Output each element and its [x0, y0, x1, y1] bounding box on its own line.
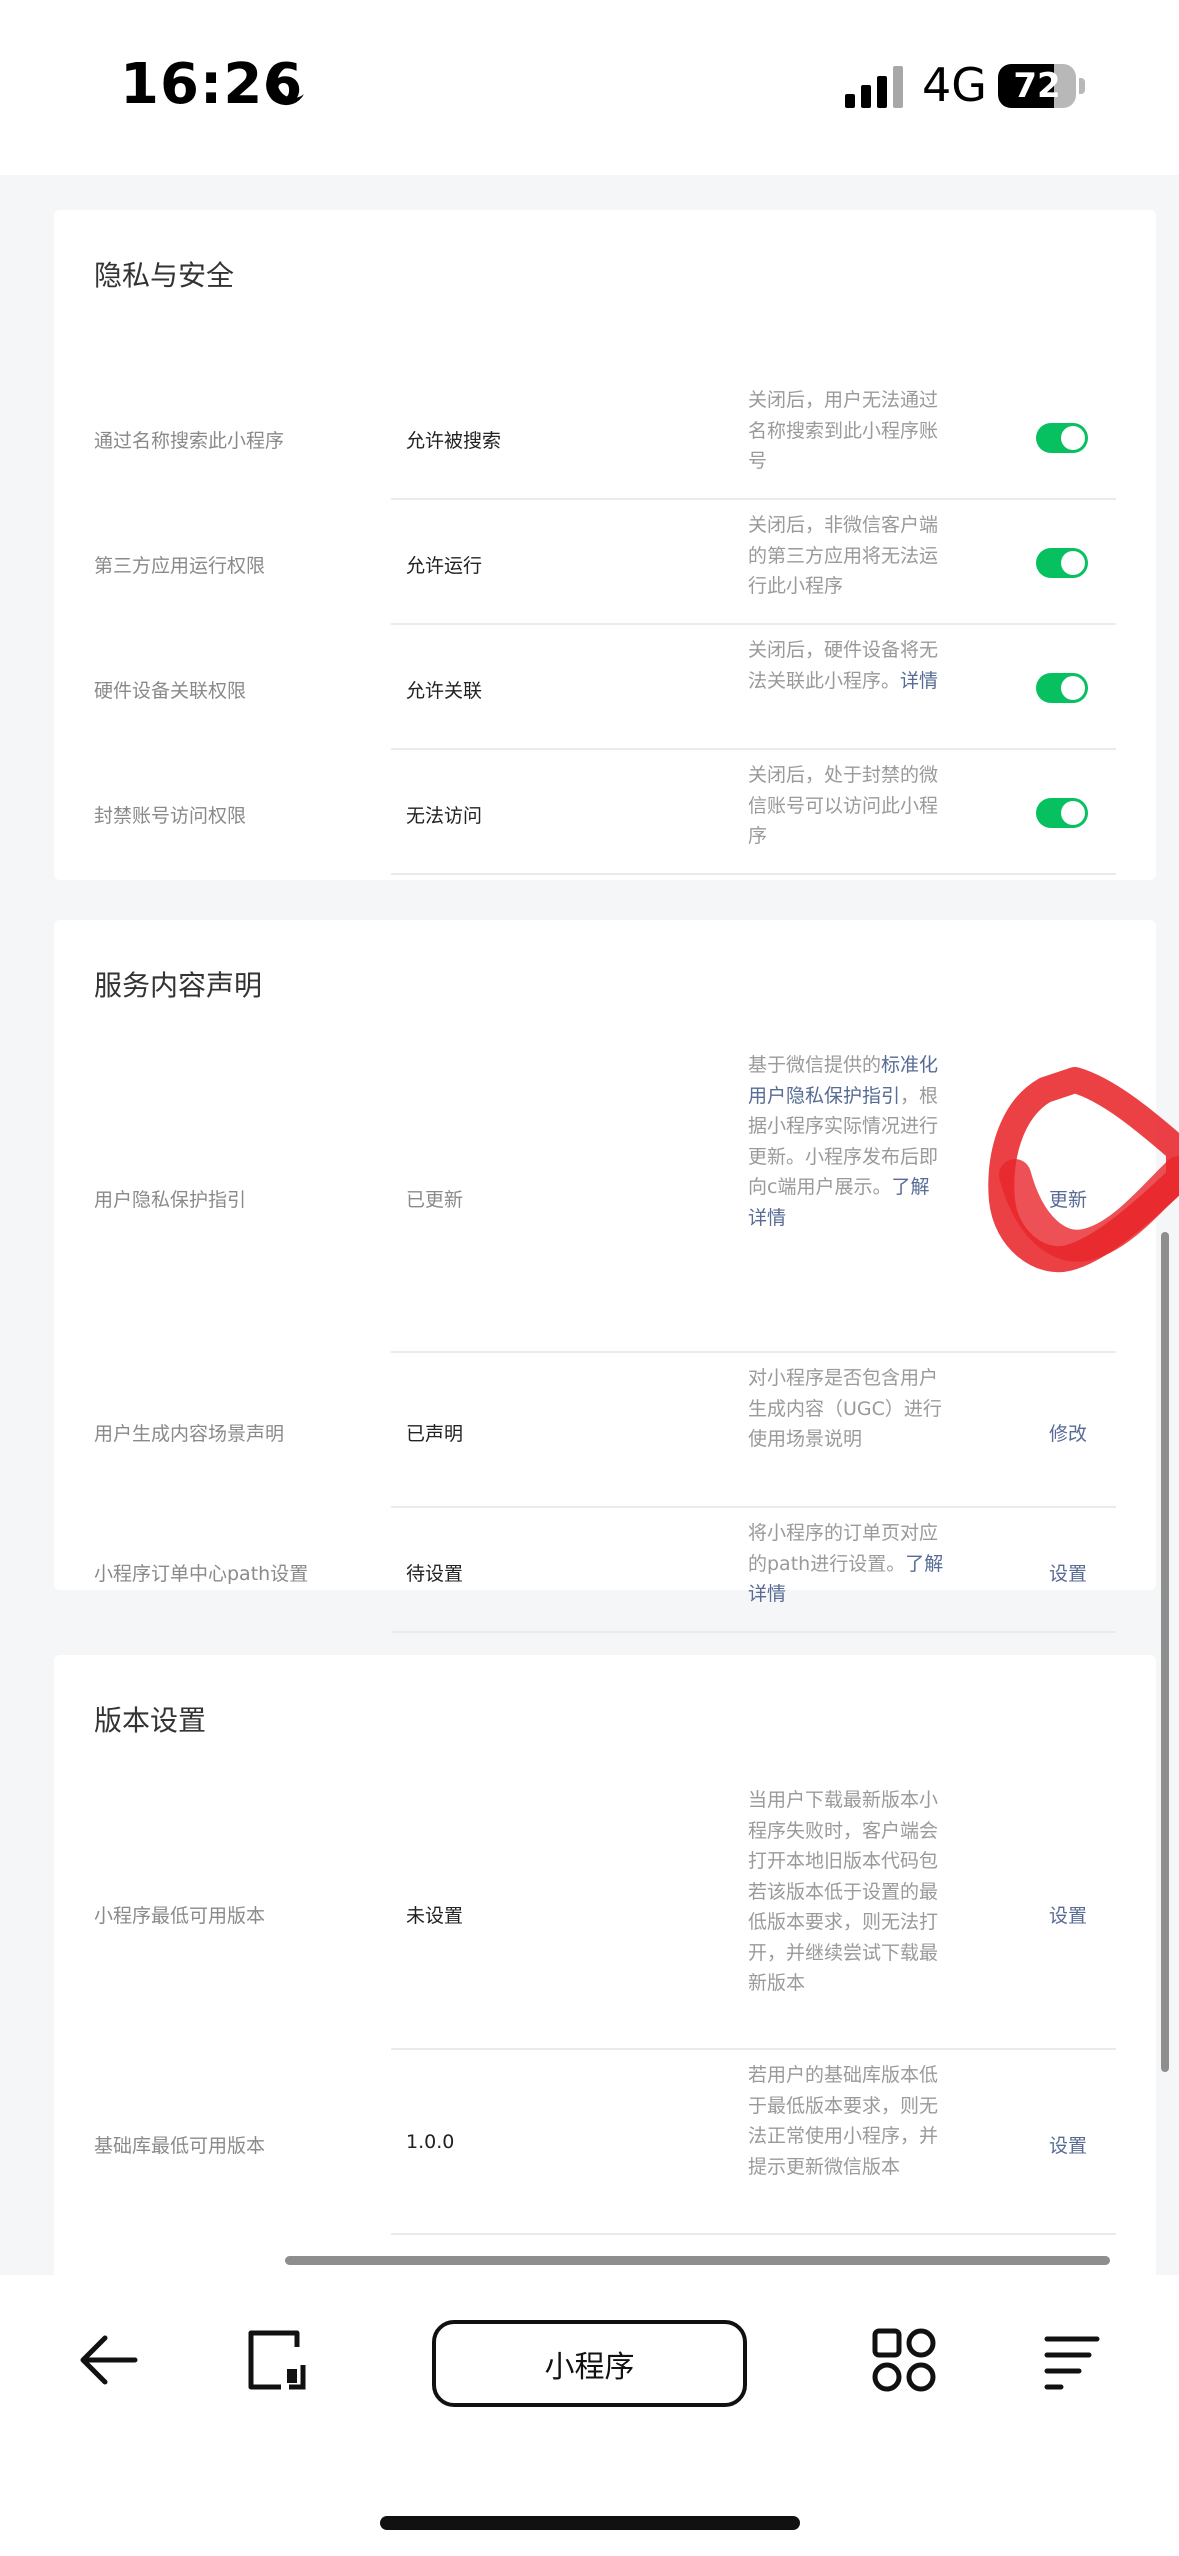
- settings-row: 用户生成内容场景声明 已声明 对小程序是否包含用户生成内容（UGC）进行使用场景说明…: [54, 1353, 1156, 1508]
- row-description: 对小程序是否包含用户生成内容（UGC）进行使用场景说明: [748, 1363, 948, 1455]
- row-description: 若用户的基础库版本低于最低版本要求，则无法正常使用小程序，并提示更新微信版本: [748, 2060, 948, 2182]
- description-text: 对小程序是否包含用户生成内容（UGC）进行使用场景说明: [748, 1367, 942, 1450]
- row-divider: [391, 1631, 1116, 1633]
- row-description: 基于微信提供的标准化用户隐私保护指引，根据小程序实际情况进行更新。小程序发布后即…: [748, 1050, 948, 1233]
- row-label: 基础库最低可用版本: [94, 2134, 266, 2157]
- section-title: 服务内容声明: [94, 969, 263, 1002]
- row-description: 关闭后，硬件设备将无法关联此小程序。详情: [748, 635, 948, 696]
- bottom-toolbar: [0, 2275, 1179, 2556]
- section-title: 版本设置: [94, 1704, 207, 1737]
- row-label: 第三方应用运行权限: [94, 554, 266, 577]
- row-label: 用户隐私保护指引: [94, 1188, 247, 1211]
- settings-card: 隐私与安全通过名称搜索此小程序 允许被搜索 关闭后，用户无法通过名称搜索到此小程序账…: [54, 210, 1156, 880]
- row-value: 已声明: [406, 1422, 464, 1445]
- settings-row: 硬件设备关联权限 允许关联 关闭后，硬件设备将无法关联此小程序。详情: [54, 625, 1156, 750]
- back-button[interactable]: [68, 2320, 148, 2400]
- floating-window-icon: [248, 2330, 306, 2390]
- row-label: 用户生成内容场景声明: [94, 1422, 285, 1445]
- toggle-knob: [1061, 425, 1085, 450]
- status-bar: 16:26 4G 72: [0, 0, 1179, 175]
- settings-row: 基础库最低可用版本 1.0.0 若用户的基础库版本低于最低版本要求，则无法正常使用小…: [54, 2050, 1156, 2235]
- row-value: 无法访问: [406, 804, 483, 827]
- row-label: 通过名称搜索此小程序: [94, 429, 285, 452]
- row-description: 关闭后，非微信客户端的第三方应用将无法运行此小程序: [748, 510, 948, 602]
- row-label: 小程序最低可用版本: [94, 1904, 266, 1927]
- row-action-button[interactable]: 更新: [1049, 1185, 1087, 1212]
- description-text: 基于微信提供的: [748, 1054, 882, 1076]
- description-text: 关闭后，非微信客户端的第三方应用将无法运行此小程序: [748, 514, 939, 597]
- toggle-knob: [1061, 800, 1085, 825]
- section-title: 隐私与安全: [94, 259, 235, 292]
- settings-row: 封禁账号访问权限 无法访问 关闭后，处于封禁的微信账号可以访问此小程序: [54, 750, 1156, 875]
- row-value: 允许关联: [406, 679, 483, 702]
- row-value: 已更新: [406, 1188, 464, 1211]
- row-value: 待设置: [406, 1562, 464, 1585]
- permission-toggle[interactable]: [1036, 672, 1088, 703]
- settings-row: 第三方应用运行权限 允许运行 关闭后，非微信客户端的第三方应用将无法运行此小程序: [54, 500, 1156, 625]
- floating-window-button[interactable]: [236, 2320, 316, 2400]
- description-text: 若用户的基础库版本低于最低版本要求，则无法正常使用小程序，并提示更新微信版本: [748, 2064, 939, 2178]
- row-divider: [391, 2233, 1116, 2235]
- row-action-button[interactable]: 设置: [1049, 1901, 1087, 1928]
- moon-icon: [266, 65, 304, 106]
- battery-icon: 72: [998, 64, 1076, 108]
- battery-cap: [1079, 78, 1085, 94]
- row-description: 关闭后，处于封禁的微信账号可以访问此小程序: [748, 760, 948, 852]
- row-label: 硬件设备关联权限: [94, 679, 247, 702]
- menu-button[interactable]: [1030, 2320, 1110, 2400]
- learn-more-link[interactable]: 详情: [900, 670, 938, 692]
- settings-card: 版本设置小程序最低可用版本 未设置 当用户下载最新版本小程序失败时，客户端会打开本地…: [54, 1655, 1156, 2275]
- home-indicator[interactable]: [380, 2516, 800, 2530]
- settings-row: 小程序最低可用版本 未设置 当用户下载最新版本小程序失败时，客户端会打开本地旧版本代…: [54, 1775, 1156, 2050]
- toggle-knob: [1061, 675, 1085, 700]
- settings-card: 服务内容声明用户隐私保护指引 已更新 基于微信提供的标准化用户隐私保护指引，根据小程…: [54, 920, 1156, 1633]
- row-description: 当用户下载最新版本小程序失败时，客户端会打开本地旧版本代码包若该版本低于设置的最…: [748, 1785, 948, 1999]
- settings-row: 通过名称搜索此小程序 允许被搜索 关闭后，用户无法通过名称搜索到此小程序账号: [54, 375, 1156, 500]
- row-action-button[interactable]: 修改: [1049, 1419, 1087, 1446]
- row-value: 允许被搜索: [406, 429, 502, 452]
- battery-level: 72: [1013, 66, 1061, 106]
- row-value: 允许运行: [406, 554, 483, 577]
- settings-content[interactable]: 隐私与安全通过名称搜索此小程序 允许被搜索 关闭后，用户无法通过名称搜索到此小程序账…: [0, 175, 1179, 2275]
- permission-toggle[interactable]: [1036, 422, 1088, 453]
- mini-program-button[interactable]: 小程序: [432, 2320, 747, 2407]
- toggle-knob: [1061, 550, 1085, 575]
- description-text: 关闭后，处于封禁的微信账号可以访问此小程序: [748, 764, 939, 847]
- vertical-scrollbar[interactable]: [1161, 1232, 1169, 2072]
- row-label: 小程序订单中心path设置: [94, 1562, 309, 1585]
- permission-toggle[interactable]: [1036, 797, 1088, 828]
- row-value: 1.0.0: [406, 2130, 455, 2153]
- network-type: 4G: [922, 58, 987, 112]
- row-description: 将小程序的订单页对应的path进行设置。了解详情: [748, 1518, 948, 1610]
- settings-row: 小程序订单中心path设置 待设置 将小程序的订单页对应的path进行设置。了解详情…: [54, 1508, 1156, 1633]
- description-text: 当用户下载最新版本小程序失败时，客户端会打开本地旧版本代码包若该版本低于设置的最…: [748, 1789, 939, 1994]
- row-label: 封禁账号访问权限: [94, 804, 247, 827]
- permission-toggle[interactable]: [1036, 547, 1088, 578]
- settings-row: 用户隐私保护指引 已更新 基于微信提供的标准化用户隐私保护指引，根据小程序实际情况进…: [54, 1040, 1156, 1353]
- apps-grid-button[interactable]: [864, 2320, 944, 2400]
- row-value: 未设置: [406, 1904, 464, 1927]
- row-action-button[interactable]: 设置: [1049, 2131, 1087, 2158]
- row-divider: [391, 873, 1116, 875]
- description-text: 关闭后，用户无法通过名称搜索到此小程序账号: [748, 389, 939, 472]
- row-action-button[interactable]: 设置: [1049, 1559, 1087, 1586]
- arrow-left-icon: [80, 2335, 138, 2385]
- menu-lines-icon: [1044, 2336, 1100, 2390]
- grid-icon: [872, 2328, 936, 2392]
- horizontal-scrollbar[interactable]: [285, 2256, 1110, 2265]
- cellular-signal-icon: [845, 66, 903, 108]
- row-description: 关闭后，用户无法通过名称搜索到此小程序账号: [748, 385, 948, 477]
